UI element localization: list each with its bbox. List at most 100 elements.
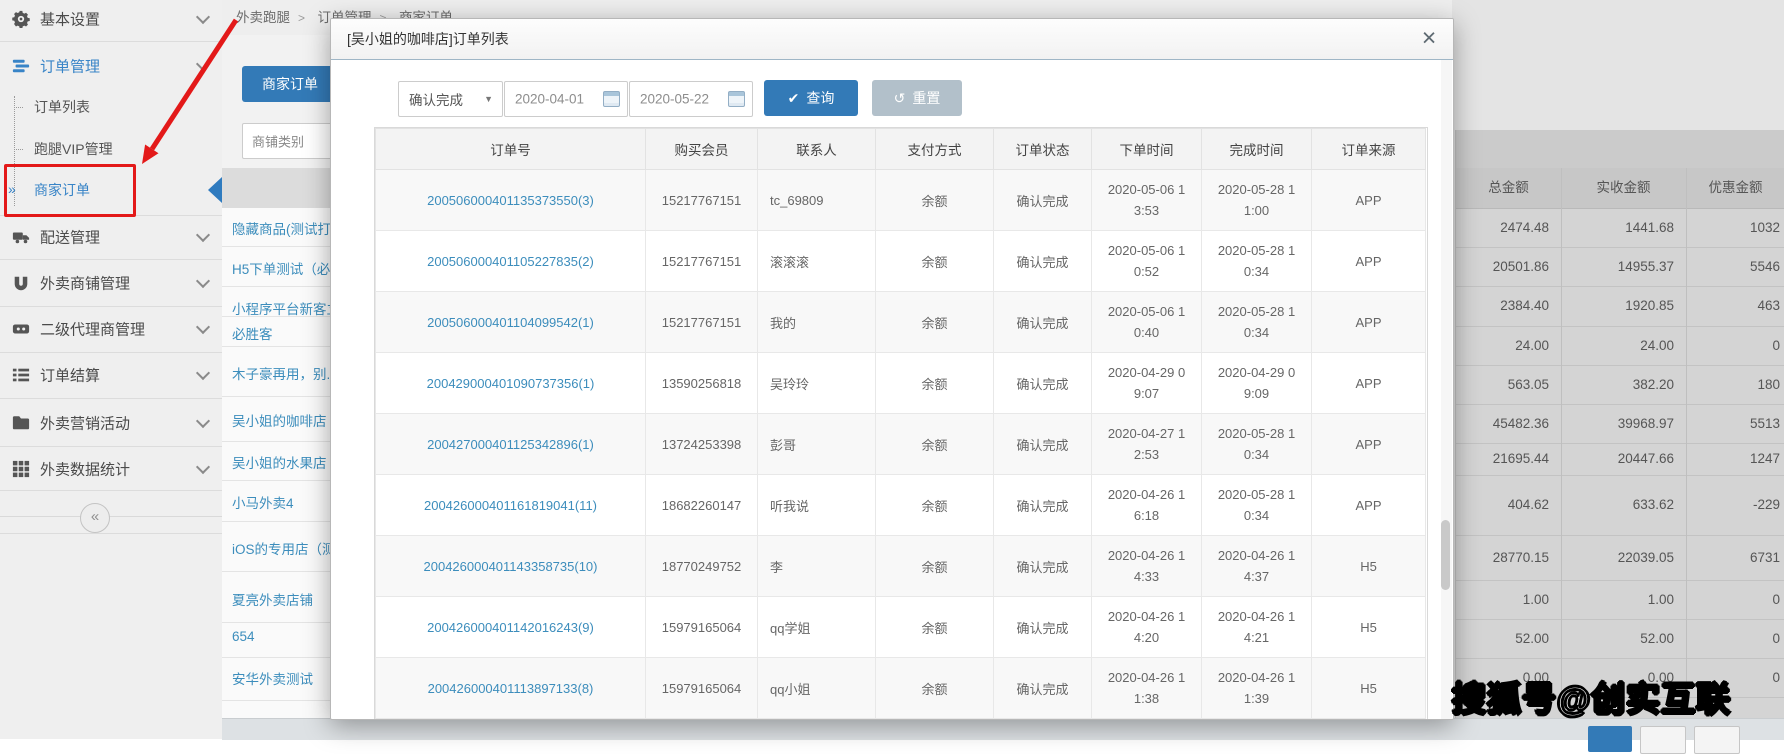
order-number-link[interactable]: 200426000401142016243(9) xyxy=(427,620,594,635)
summary-header: 总金额 xyxy=(1456,168,1561,209)
summary-cell: 20501.86 xyxy=(1456,247,1549,286)
chevron-down-icon xyxy=(196,414,210,428)
table-cell: 余额 xyxy=(876,597,994,658)
table-cell: 确认完成 xyxy=(994,414,1092,475)
table-cell: 确认完成 xyxy=(994,231,1092,292)
order-number-link[interactable]: 200506000401104099542(1) xyxy=(427,315,594,330)
table-cell: 余额 xyxy=(876,475,994,536)
pagination-current-page[interactable] xyxy=(1588,726,1632,752)
settle-icon xyxy=(12,366,30,384)
order-number-link[interactable]: 200427000401125342896(1) xyxy=(427,437,594,452)
order-status-select[interactable]: 确认完成 ▼ xyxy=(398,81,503,117)
sidebar-item-takeout-shop-management[interactable]: 外卖商铺管理 xyxy=(0,266,222,300)
shop-link[interactable]: 安华外卖测试 xyxy=(232,668,313,688)
sidebar-subitem-order-list[interactable]: 订单列表 xyxy=(0,92,222,122)
sidebar-item-takeout-marketing[interactable]: 外卖营销活动 xyxy=(0,406,222,440)
calendar-icon[interactable] xyxy=(728,91,745,107)
order-number-link[interactable]: 200506000401135373550(3) xyxy=(427,193,594,208)
summary-cell: 20447.66 xyxy=(1561,443,1674,475)
order-number-link[interactable]: 200426000401113897133(8) xyxy=(428,681,594,696)
shop-link[interactable]: 654 xyxy=(232,629,255,644)
sidebar-item-delivery-management[interactable]: 配送管理 xyxy=(0,220,222,254)
summary-cell: 24.00 xyxy=(1456,326,1549,365)
sidebar-item-order-settlement[interactable]: 订单结算 xyxy=(0,358,222,392)
pagination-next-page[interactable] xyxy=(1640,726,1686,754)
table-cell: APP xyxy=(1312,475,1426,536)
scrollbar-thumb[interactable] xyxy=(1441,520,1450,590)
shop-link[interactable]: 小程序平台新客立 xyxy=(232,298,334,318)
sidebar-item-order-management[interactable]: 订单管理 xyxy=(0,49,222,83)
summary-cell: 22039.05 xyxy=(1561,535,1674,580)
reset-button[interactable]: ↺重置 xyxy=(872,80,962,116)
pagination-last-page[interactable] xyxy=(1694,726,1740,754)
sidebar-item-takeout-statistics[interactable]: 外卖数据统计 xyxy=(0,452,222,486)
search-button[interactable]: ✔查询 xyxy=(764,80,858,116)
shop-link[interactable]: 隐藏商品(测试打 xyxy=(232,218,331,238)
table-row: 200426000401113897133(8)15979165064qq小姐余… xyxy=(376,658,1426,719)
order-table-header: 订单号 xyxy=(376,129,646,170)
table-cell: 2020-05-28 10:34 xyxy=(1202,475,1312,536)
calendar-icon[interactable] xyxy=(603,91,620,107)
shop-link[interactable]: 木子豪再用，别... xyxy=(232,363,334,383)
table-row: 200426000401143358735(10)18770249752李余额确… xyxy=(376,536,1426,597)
date-to-input[interactable]: 2020-05-22 xyxy=(629,81,753,117)
merchant-orders-tab-button[interactable]: 商家订单 xyxy=(242,66,338,102)
shop-link[interactable]: 夏亮外卖店铺 xyxy=(232,589,313,609)
order-number-link[interactable]: 200506000401105227835(2) xyxy=(427,254,594,269)
order-number-link[interactable]: 200426000401143358735(10) xyxy=(424,559,598,574)
shop-link[interactable]: 必胜客 xyxy=(232,323,273,343)
table-cell: 确认完成 xyxy=(994,658,1092,719)
summary-cell: 39968.97 xyxy=(1561,404,1674,443)
table-cell: 余额 xyxy=(876,719,994,721)
row-divider xyxy=(222,480,334,481)
order-number-link[interactable]: 200429000401090737356(1) xyxy=(427,376,595,391)
table-cell: tc_69809 xyxy=(758,170,876,231)
order-number-cell: 200427000401125342896(1) xyxy=(376,414,646,475)
summary-header: 优惠金额 xyxy=(1686,168,1784,209)
table-cell: 听我说 xyxy=(758,475,876,536)
summary-cell: 1.00 xyxy=(1561,580,1674,619)
table-cell: 15217767151 xyxy=(646,170,758,231)
table-cell: 2020-05-28 10:34 xyxy=(1202,292,1312,353)
table-row: 200506000401105227835(2)15217767151滚滚滚余额… xyxy=(376,231,1426,292)
table-cell: 余额 xyxy=(876,353,994,414)
row-divider xyxy=(222,571,334,572)
shop-link[interactable]: 小马外卖4 xyxy=(232,492,294,512)
shop-link[interactable]: iOS的专用店（测 xyxy=(232,538,334,558)
table-cell: 确认完成 xyxy=(994,597,1092,658)
sidebar-item-basic-settings[interactable]: 基本设置 xyxy=(0,2,222,36)
order-table-header: 下单时间 xyxy=(1092,129,1202,170)
order-number-link[interactable]: 200426000401161819041(11) xyxy=(424,498,597,513)
summary-cell: 1920.85 xyxy=(1561,286,1674,326)
reset-icon: ↺ xyxy=(894,90,906,106)
close-icon[interactable]: × xyxy=(1414,23,1444,53)
order-number-cell: 200426000401111744808(7) xyxy=(376,719,646,721)
table-cell: 确认完成 xyxy=(994,353,1092,414)
table-cell: 15979165064 xyxy=(646,658,758,719)
shop-link[interactable]: 吴小姐的咖啡店 xyxy=(232,410,327,430)
summary-cell: 52.00 xyxy=(1456,619,1549,658)
summary-cell: 21695.44 xyxy=(1456,443,1549,475)
modal-scrollbar[interactable] xyxy=(1441,60,1452,719)
sidebar-collapse-button[interactable]: « xyxy=(80,503,110,533)
sidebar-item-secondary-agent-management[interactable]: 二级代理商管理 xyxy=(0,312,222,346)
chevron-down-icon xyxy=(196,228,210,242)
table-cell: APP xyxy=(1312,231,1426,292)
sidebar-subitem-errand-vip[interactable]: 跑腿VIP管理 xyxy=(0,134,222,164)
table-cell: 2020-04-26 16:18 xyxy=(1092,475,1202,536)
table-cell: 余额 xyxy=(876,414,994,475)
table-cell: 余额 xyxy=(876,292,994,353)
summary-cell: 0 xyxy=(1686,580,1780,619)
summary-header: 实收金额 xyxy=(1561,168,1686,209)
row-divider xyxy=(222,622,334,623)
shop-link[interactable]: H5下单测试（必 xyxy=(232,258,330,278)
shop-link[interactable]: 吴小姐的水果店 xyxy=(232,452,327,472)
table-cell: 2020-05-06 13:53 xyxy=(1092,170,1202,231)
row-divider xyxy=(222,246,334,247)
table-cell: 确认完成 xyxy=(994,536,1092,597)
sidebar-subitem-merchant-orders[interactable]: » 商家订单 xyxy=(0,175,222,205)
table-cell: 确认完成 xyxy=(994,292,1092,353)
date-from-input[interactable]: 2020-04-01 xyxy=(504,81,628,117)
breadcrumb-item-takeout[interactable]: 外卖跑腿 xyxy=(236,10,290,25)
table-cell: 2020-04-26 11:39 xyxy=(1202,658,1312,719)
